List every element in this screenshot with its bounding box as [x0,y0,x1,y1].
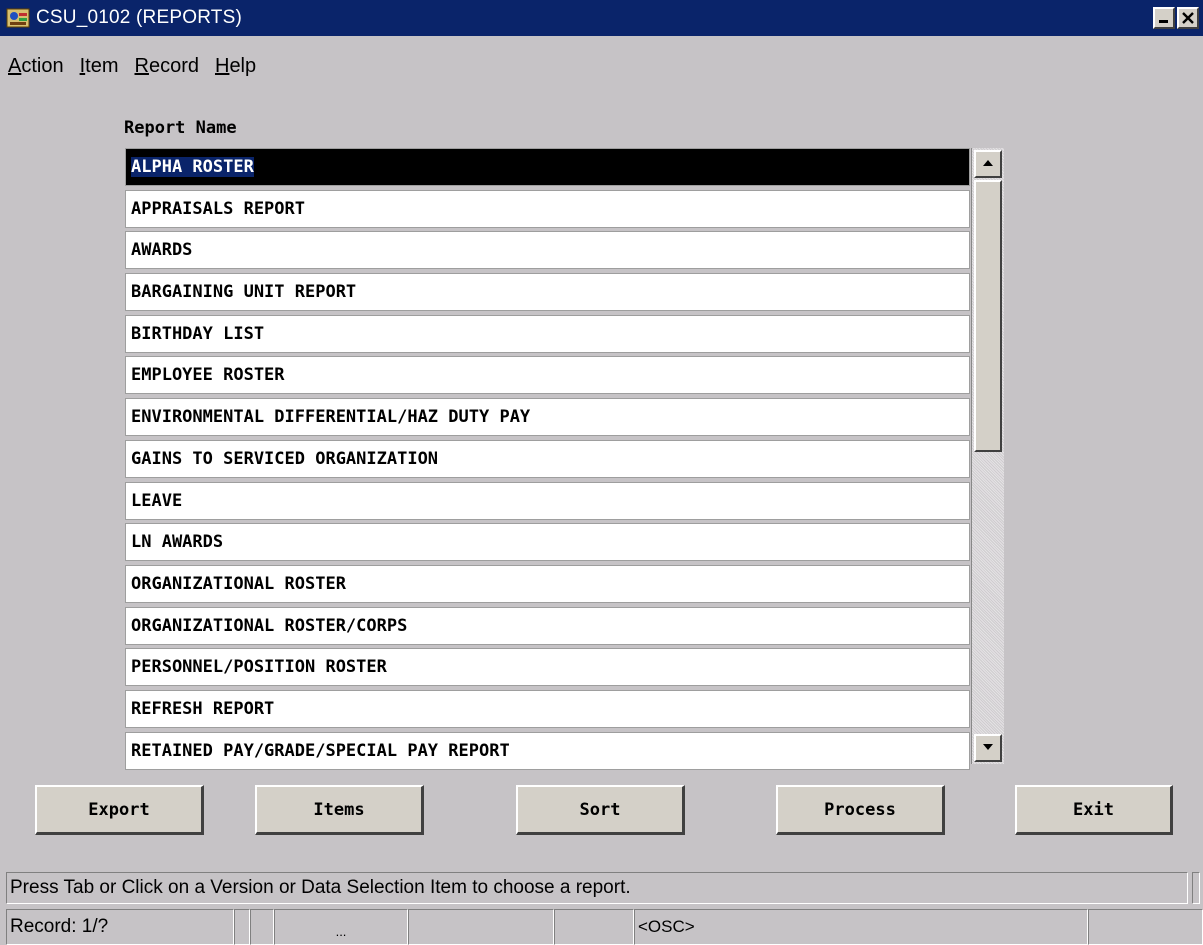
report-list-item[interactable]: LN AWARDS [125,523,970,562]
arrow-down-icon [983,744,993,750]
report-list-item-label: APPRAISALS REPORT [131,198,305,219]
minimize-button[interactable] [1153,7,1175,29]
report-list-item-label: ORGANIZATIONAL ROSTER/CORPS [131,615,408,636]
report-list-item-label: RETAINED PAY/GRADE/SPECIAL PAY REPORT [131,740,510,761]
report-list-item[interactable]: ORGANIZATIONAL ROSTER [125,564,970,603]
status-cell-6 [554,909,634,945]
report-list-item[interactable]: RETAINED PAY/GRADE/SPECIAL PAY REPORT [125,731,970,770]
report-list-item[interactable]: BARGAINING UNIT REPORT [125,273,970,312]
status-cell-8 [1088,909,1203,945]
report-list-item-label: LN AWARDS [131,532,224,553]
export-button[interactable]: Export [35,785,204,835]
report-list-item-label: GAINS TO SERVICED ORGANIZATION [131,448,439,469]
menu-action-label: ction [21,54,64,77]
process-button[interactable]: Process [776,785,945,835]
status-cell-2 [234,909,250,945]
menu-bar: Action Item Record Help [0,48,1203,84]
report-list-item[interactable]: ENVIRONMENTAL DIFFERENTIAL/HAZ DUTY PAY [125,398,970,437]
app-icon [6,8,30,28]
scroll-down-button[interactable] [974,734,1002,762]
report-list: ALPHA ROSTER APPRAISALS REPORT AWARDS BARGA… [125,148,970,773]
report-list-item[interactable]: BIRTHDAY LIST [125,314,970,353]
status-cell-3 [250,909,274,945]
menu-action-mnemonic: A [8,54,22,77]
report-list-item[interactable]: APPRAISALS REPORT [125,189,970,228]
menu-item[interactable]: Item [80,55,119,78]
report-list-item[interactable]: ALPHA ROSTER [125,148,970,186]
hint-message-end [1192,872,1200,904]
report-list-item[interactable]: REFRESH REPORT [125,689,970,728]
report-list-item-label: ALPHA ROSTER [131,157,254,177]
menu-record-label: ecord [148,54,199,77]
menu-item-label: tem [85,54,119,77]
report-list-item[interactable]: LEAVE [125,481,970,520]
close-icon [1182,12,1194,24]
close-button[interactable] [1177,7,1199,29]
report-list-item[interactable]: AWARDS [125,231,970,270]
scroll-thumb[interactable] [974,180,1002,452]
scroll-up-button[interactable] [974,150,1002,178]
report-list-item-label: BIRTHDAY LIST [131,323,265,344]
window-title: CSU_0102 (REPORTS) [36,7,242,28]
report-list-item[interactable]: EMPLOYEE ROSTER [125,356,970,395]
report-list-item[interactable]: PERSONNEL/POSITION ROSTER [125,648,970,687]
report-name-header: Report Name [124,118,237,138]
menu-help-label: elp [229,54,257,77]
status-mode: <OSC> [634,909,1088,945]
report-list-item-label: ORGANIZATIONAL ROSTER [131,573,346,594]
report-list-item-label: EMPLOYEE ROSTER [131,365,285,386]
status-bar: Record: 1/? ... <OSC> [6,909,1203,945]
arrow-up-icon [983,160,993,166]
report-list-item-label: BARGAINING UNIT REPORT [131,282,357,303]
hint-message: Press Tab or Click on a Version or Data … [6,872,1188,904]
menu-help-mnemonic: H [214,54,230,77]
status-ellipsis: ... [274,909,408,945]
exit-button[interactable]: Exit [1015,785,1173,835]
record-indicator: Record: 1/? [6,909,234,945]
title-bar: CSU_0102 (REPORTS) [0,0,1203,36]
report-list-item-label: AWARDS [131,240,193,261]
report-list-item-label: ENVIRONMENTAL DIFFERENTIAL/HAZ DUTY PAY [131,407,531,428]
report-list-item-label: PERSONNEL/POSITION ROSTER [131,657,387,678]
report-list-item-label: LEAVE [131,490,183,511]
report-list-scrollbar[interactable] [971,148,1004,764]
menu-record-mnemonic: R [134,54,149,77]
status-cell-5 [408,909,554,945]
items-button[interactable]: Items [255,785,424,835]
menu-record[interactable]: Record [135,55,199,78]
report-list-item-label: REFRESH REPORT [131,698,275,719]
report-list-item[interactable]: GAINS TO SERVICED ORGANIZATION [125,439,970,478]
menu-help[interactable]: Help [215,55,256,78]
report-list-item[interactable]: ORGANIZATIONAL ROSTER/CORPS [125,606,970,645]
menu-action[interactable]: Action [8,55,64,78]
sort-button[interactable]: Sort [516,785,685,835]
